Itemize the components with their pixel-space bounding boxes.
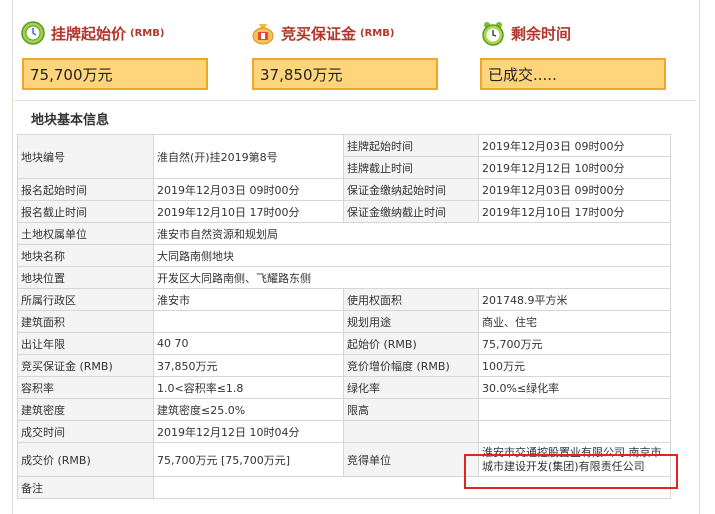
height-value	[478, 398, 671, 421]
listing-end-label: 挂牌截止时间	[343, 156, 479, 179]
deposit-value: 37,850万元	[252, 58, 438, 90]
deal-time-spacer	[343, 420, 479, 443]
start-price-block: 挂牌起始价 (RMB) 75,700万元	[12, 0, 242, 100]
remaining-time-value: 已成交.....	[480, 58, 666, 90]
deposit-start-label: 保证金缴纳起始时间	[343, 178, 479, 201]
table-row: 所属行政区 淮安市 使用权面积 201748.9平方米	[17, 288, 671, 311]
signup-end-label: 报名截止时间	[17, 200, 154, 223]
parcel-no-value: 淮自然(开)挂2019第8号	[153, 134, 344, 179]
listing-start-label: 挂牌起始时间	[343, 134, 479, 157]
usage-label: 规划用途	[343, 310, 479, 333]
location-value: 开发区大同路南侧、飞耀路东侧	[153, 266, 671, 289]
table-row: 报名起始时间 2019年12月03日 09时00分 保证金缴纳起始时间 2019…	[17, 178, 671, 201]
table-row: 地块名称 大同路南侧地块	[17, 244, 671, 267]
section-header: 地块基本信息	[14, 100, 696, 135]
table-row: 建筑密度 建筑密度≤25.0% 限高	[17, 398, 671, 421]
table-row: 报名截止时间 2019年12月10日 17时00分 保证金缴纳截止时间 2019…	[17, 200, 671, 223]
area-value: 201748.9平方米	[478, 288, 671, 311]
density-value: 建筑密度≤25.0%	[153, 398, 344, 421]
bid-deposit-value: 37,850万元	[153, 354, 344, 377]
deposit-start-value: 2019年12月03日 09时00分	[478, 178, 671, 201]
signup-start-label: 报名起始时间	[17, 178, 154, 201]
parcel-name-value: 大同路南侧地块	[153, 244, 671, 267]
money-bag-icon	[250, 20, 276, 46]
district-value: 淮安市	[153, 288, 344, 311]
table-row: 成交时间 2019年12月12日 10时04分	[17, 420, 671, 443]
signup-start-value: 2019年12月03日 09时00分	[153, 178, 344, 201]
deposit-label: 竞买保证金	[281, 24, 357, 43]
height-label: 限高	[343, 398, 479, 421]
usage-value: 商业、住宅	[478, 310, 671, 333]
far-label: 容积率	[17, 376, 154, 399]
location-label: 地块位置	[17, 266, 154, 289]
table-row: 地块编号 淮自然(开)挂2019第8号 挂牌起始时间 2019年12月03日 0…	[17, 134, 671, 179]
winner-highlight-box	[464, 454, 678, 489]
deal-time-value: 2019年12月12日 10时04分	[153, 420, 344, 443]
table-row: 出让年限 40 70 起始价 (RMB) 75,700万元	[17, 332, 671, 355]
deal-price-value: 75,700万元 [75,700万元]	[153, 442, 344, 477]
deal-price-label: 成交价 (RMB)	[17, 442, 154, 477]
parcel-name-label: 地块名称	[17, 244, 154, 267]
bid-deposit-label: 竞买保证金 (RMB)	[17, 354, 154, 377]
deposit-block: 竞买保证金 (RMB) 37,850万元	[242, 0, 472, 100]
deposit-end-label: 保证金缴纳截止时间	[343, 200, 479, 223]
start-price-value: 75,700万元	[22, 58, 208, 90]
remarks-label: 备注	[17, 476, 154, 499]
table-row: 地块位置 开发区大同路南侧、飞耀路东侧	[17, 266, 671, 289]
section-title: 地块基本信息	[31, 112, 110, 128]
deal-time-label: 成交时间	[17, 420, 154, 443]
listing-end-value: 2019年12月12日 10时00分	[478, 156, 671, 179]
start-price-unit: (RMB)	[130, 27, 165, 39]
area-label: 使用权面积	[343, 288, 479, 311]
table-row: 容积率 1.0<容积率≤1.8 绿化率 30.0%≤绿化率	[17, 376, 671, 399]
owner-value: 淮安市自然资源和规划局	[153, 222, 671, 245]
green-value: 30.0%≤绿化率	[478, 376, 671, 399]
signup-end-value: 2019年12月10日 17时00分	[153, 200, 344, 223]
parcel-info-table: 地块编号 淮自然(开)挂2019第8号 挂牌起始时间 2019年12月03日 0…	[17, 134, 671, 499]
table-row: 竞买保证金 (RMB) 37,850万元 竞价增价幅度 (RMB) 100万元	[17, 354, 671, 377]
parcel-no-label: 地块编号	[17, 134, 154, 179]
district-label: 所属行政区	[17, 288, 154, 311]
money-clock-icon	[20, 20, 46, 46]
increment-label: 竞价增价幅度 (RMB)	[343, 354, 479, 377]
deal-time-spacer-value	[478, 420, 671, 443]
base-price-value: 75,700万元	[478, 332, 671, 355]
building-area-value	[153, 310, 344, 333]
term-value: 40 70	[153, 332, 344, 355]
remaining-time-block: 剩余时间 已成交.....	[472, 0, 698, 100]
deposit-unit: (RMB)	[360, 27, 395, 39]
price-header: 挂牌起始价 (RMB) 75,700万元 竞买保证金 (RMB) 37,850万…	[12, 0, 698, 100]
alarm-clock-icon	[480, 20, 506, 46]
start-price-label: 挂牌起始价	[51, 24, 127, 43]
deposit-end-value: 2019年12月10日 17时00分	[478, 200, 671, 223]
table-row: 土地权属单位 淮安市自然资源和规划局	[17, 222, 671, 245]
green-label: 绿化率	[343, 376, 479, 399]
table-row: 建筑面积 规划用途 商业、住宅	[17, 310, 671, 333]
owner-label: 土地权属单位	[17, 222, 154, 245]
winner-label: 竞得单位	[343, 442, 479, 477]
density-label: 建筑密度	[17, 398, 154, 421]
remaining-time-label: 剩余时间	[511, 24, 572, 43]
building-area-label: 建筑面积	[17, 310, 154, 333]
far-value: 1.0<容积率≤1.8	[153, 376, 344, 399]
increment-value: 100万元	[478, 354, 671, 377]
listing-start-value: 2019年12月03日 09时00分	[478, 134, 671, 157]
base-price-label: 起始价 (RMB)	[343, 332, 479, 355]
term-label: 出让年限	[17, 332, 154, 355]
